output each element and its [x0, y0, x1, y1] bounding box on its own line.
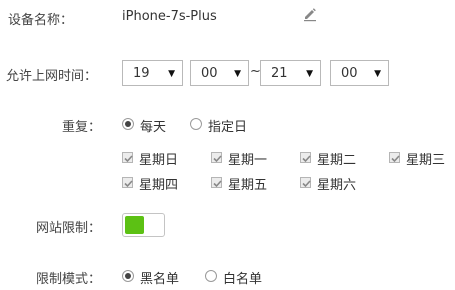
day-label-saturday: 星期六 [317, 178, 357, 193]
repeat-specific-label[interactable]: 指定日 [208, 116, 247, 135]
chevron-down-icon: ▼ [374, 69, 381, 79]
whitelist-label[interactable]: 白名单 [223, 268, 262, 287]
toggle-on-indicator [125, 216, 144, 234]
device-name-label: 设备名称： [8, 13, 74, 28]
end-minute-value: 00 [341, 66, 358, 81]
checkbox-sunday[interactable] [122, 152, 133, 163]
checkbox-monday[interactable] [211, 152, 222, 163]
edit-pencil-icon[interactable] [301, 5, 319, 23]
day-label-tuesday: 星期二 [317, 153, 357, 168]
day-label-thursday: 星期四 [139, 178, 179, 193]
whitelist-radio[interactable] [205, 270, 217, 282]
end-minute-select[interactable]: 00 ▼ [330, 60, 389, 86]
limit-mode-label: 限制模式： [36, 272, 102, 287]
checkbox-saturday[interactable] [300, 177, 311, 188]
device-name-value: iPhone-7s-Plus [122, 9, 217, 24]
start-hour-select[interactable]: 19 ▼ [122, 60, 183, 86]
blacklist-radio[interactable] [122, 270, 134, 282]
start-hour-value: 19 [133, 66, 150, 81]
chevron-down-icon: ▼ [306, 69, 313, 79]
start-minute-select[interactable]: 00 ▼ [190, 60, 249, 86]
site-limit-toggle[interactable] [122, 213, 165, 237]
start-minute-value: 00 [201, 66, 218, 81]
site-limit-label: 网站限制： [36, 221, 102, 236]
day-label-sunday: 星期日 [139, 153, 179, 168]
end-hour-select[interactable]: 21 ▼ [260, 60, 321, 86]
blacklist-label[interactable]: 黑名单 [140, 268, 179, 287]
checkbox-thursday[interactable] [122, 177, 133, 188]
repeat-daily-radio[interactable] [122, 118, 134, 130]
allowed-time-label: 允许上网时间： [6, 69, 98, 84]
checkbox-friday[interactable] [211, 177, 222, 188]
day-label-friday: 星期五 [228, 178, 268, 193]
chevron-down-icon: ▼ [168, 69, 175, 79]
day-label-monday: 星期一 [228, 153, 268, 168]
repeat-label: 重复： [62, 120, 102, 135]
end-hour-value: 21 [271, 66, 288, 81]
repeat-specific-radio[interactable] [190, 118, 202, 130]
day-label-wednesday: 星期三 [406, 153, 446, 168]
repeat-daily-label[interactable]: 每天 [140, 116, 166, 135]
checkbox-wednesday[interactable] [389, 152, 400, 163]
checkbox-tuesday[interactable] [300, 152, 311, 163]
chevron-down-icon: ▼ [234, 69, 241, 79]
